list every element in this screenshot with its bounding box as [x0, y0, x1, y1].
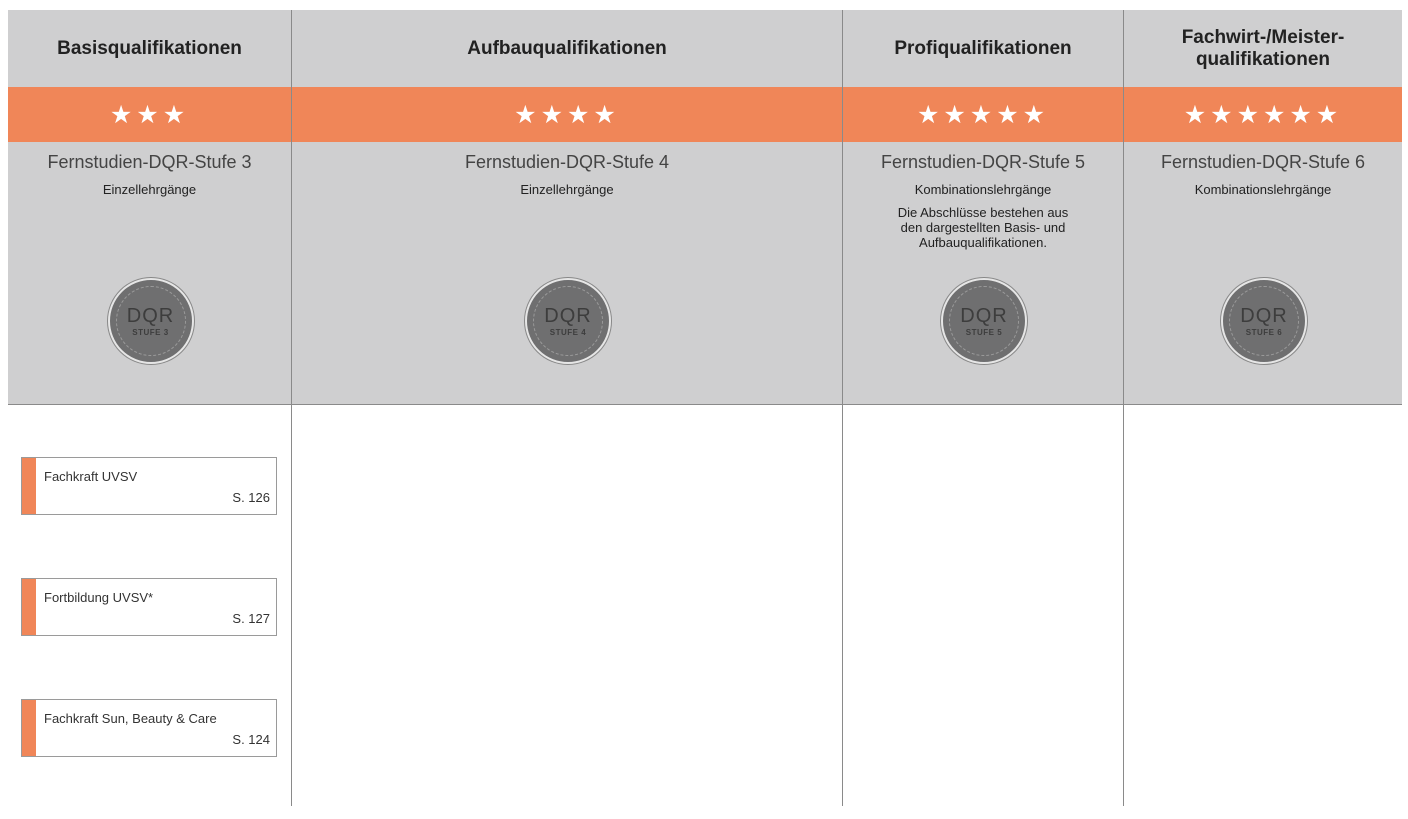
course-accent-bar	[22, 700, 36, 756]
star-rating: ★★★	[8, 87, 291, 142]
star-rating: ★★★★	[292, 87, 842, 142]
dqr-level: Fernstudien-DQR-Stufe 4	[464, 152, 670, 172]
column-header-label: Basisqualifikationen	[57, 37, 242, 59]
course-card[interactable]: Fachkraft Sun, Beauty & Care S. 124	[21, 699, 277, 757]
seal-ring	[1229, 286, 1299, 356]
star-rating: ★★★★★	[843, 87, 1123, 142]
course-accent-bar	[22, 579, 36, 635]
column-header: Fachwirt-/Meister-qualifikationen	[1124, 10, 1402, 87]
course-title: Fortbildung UVSV*	[44, 590, 154, 605]
course-card[interactable]: Fortbildung UVSV* S. 127	[21, 578, 277, 636]
column-header-label: Fachwirt-/Meister-qualifikationen	[1181, 26, 1345, 70]
column-header: Profiqualifikationen	[843, 10, 1123, 87]
column-profi: Profiqualifikationen ★★★★★ Fernstudien-D…	[842, 10, 1123, 806]
column-basis: Basisqualifikationen ★★★ Fernstudien-DQR…	[8, 10, 291, 806]
level-panel: Fernstudien-DQR-Stufe 4 Einzellehrgänge …	[292, 142, 842, 404]
column-header: Aufbauqualifikationen	[292, 10, 842, 87]
dqr-seal-icon: DQR STUFE 4	[525, 278, 611, 364]
seal-ring	[533, 286, 603, 356]
course-page: S. 127	[232, 611, 270, 626]
course-type: Kombinationslehrgänge	[914, 182, 1052, 197]
course-type: Einzellehrgänge	[520, 182, 614, 197]
course-title: Fachkraft Sun, Beauty & Care	[44, 711, 217, 726]
course-type: Einzellehrgänge	[102, 182, 197, 197]
combination-note: Die Abschlüsse bestehen aus den dargeste…	[897, 205, 1069, 250]
level-panel: Fernstudien-DQR-Stufe 5 Kombinationslehr…	[843, 142, 1123, 404]
star-rating: ★★★★★★	[1124, 87, 1402, 142]
seal-ring	[115, 286, 186, 356]
section-divider	[8, 404, 1402, 405]
column-header-label: Aufbauqualifikationen	[467, 37, 667, 59]
dqr-seal-icon: DQR STUFE 5	[941, 278, 1027, 364]
level-panel: Fernstudien-DQR-Stufe 3 Einzellehrgänge …	[8, 142, 291, 404]
course-page: S. 124	[232, 732, 270, 747]
seal-ring	[949, 286, 1019, 356]
course-title: Fachkraft UVSV	[44, 469, 138, 484]
dqr-level: Fernstudien-DQR-Stufe 3	[47, 152, 252, 172]
level-panel: Fernstudien-DQR-Stufe 6 Kombinationslehr…	[1124, 142, 1402, 404]
dqr-level: Fernstudien-DQR-Stufe 5	[880, 152, 1086, 172]
column-aufbau: Aufbauqualifikationen ★★★★ Fernstudien-D…	[291, 10, 842, 806]
dqr-level: Fernstudien-DQR-Stufe 6	[1160, 152, 1366, 172]
course-accent-bar	[22, 458, 36, 514]
course-card[interactable]: Fachkraft UVSV S. 126	[21, 457, 277, 515]
column-header-label: Profiqualifikationen	[894, 37, 1072, 59]
dqr-seal-icon: DQR STUFE 3	[107, 278, 194, 364]
column-meister: Fachwirt-/Meister-qualifikationen ★★★★★★…	[1123, 10, 1402, 806]
course-type: Kombinationslehrgänge	[1194, 182, 1332, 197]
column-header: Basisqualifikationen	[8, 10, 291, 87]
qualification-table: Basisqualifikationen ★★★ Fernstudien-DQR…	[8, 10, 1402, 806]
course-page: S. 126	[232, 490, 270, 505]
dqr-seal-icon: DQR STUFE 6	[1221, 278, 1307, 364]
